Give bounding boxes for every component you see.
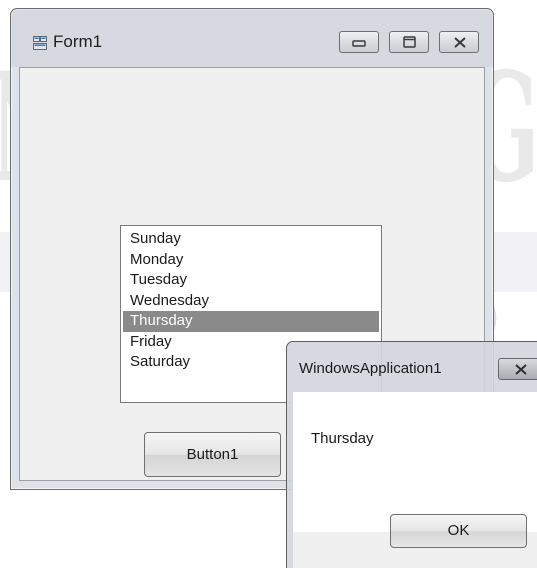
list-item-monday[interactable]: Monday [123,250,379,271]
list-item-thursday[interactable]: Thursday [123,311,379,332]
close-icon [454,37,466,48]
form1-titlebar[interactable]: Form1 [11,9,493,67]
form-app-icon[interactable] [33,35,47,50]
maximize-icon [403,36,416,48]
minimize-icon [352,40,366,47]
message-text: Thursday [311,430,374,447]
button1[interactable]: Button1 [144,432,281,477]
close-icon [515,364,527,375]
maximize-button[interactable] [389,31,429,53]
ok-button[interactable]: OK [390,514,527,548]
message-box-title: WindowsApplication1 [299,360,442,377]
minimize-button[interactable] [339,31,379,53]
message-box-body: Thursday [293,392,537,532]
form1-title: Form1 [53,32,103,51]
list-item-wednesday[interactable]: Wednesday [123,291,379,312]
message-box-close-button[interactable] [498,358,537,380]
list-item-tuesday[interactable]: Tuesday [123,270,379,291]
caption-buttons [329,31,479,53]
message-box-window: WindowsApplication1 Thursday OK [286,341,537,568]
list-item-sunday[interactable]: Sunday [123,229,379,250]
desktop: N THROUGH T - SRI Form1 [0,0,537,568]
close-button[interactable] [439,31,479,53]
